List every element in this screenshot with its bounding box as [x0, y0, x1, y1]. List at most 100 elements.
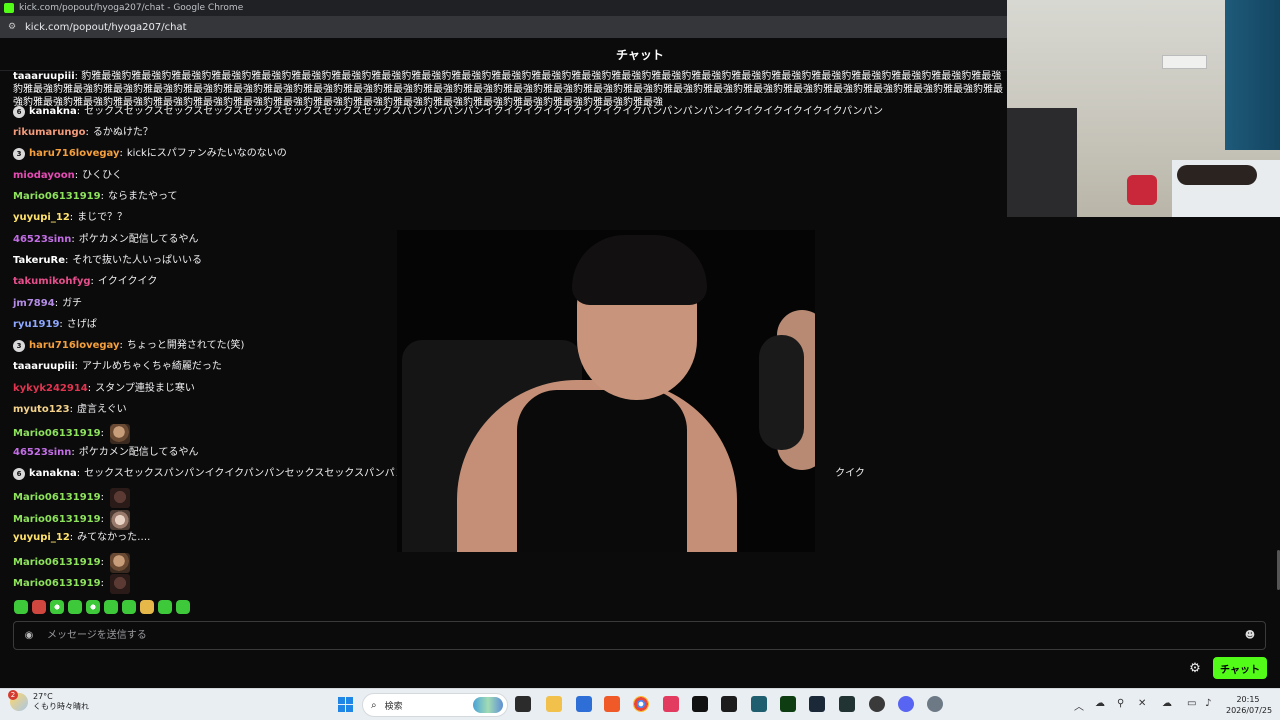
quick-emote[interactable] [86, 600, 100, 614]
quick-emote[interactable] [50, 600, 64, 614]
chat-message-input[interactable] [47, 622, 1244, 649]
chat-message-text: みてなかった…. [77, 532, 151, 543]
send-chat-button[interactable]: チャット [1213, 657, 1267, 679]
app-icon[interactable] [839, 696, 855, 712]
quick-emote[interactable] [176, 600, 190, 614]
chat-message: yuyupi_12: まじで？？ [13, 211, 128, 225]
subscriber-badge[interactable]: 6 [13, 468, 25, 480]
chat-username[interactable]: 46523sinn [13, 446, 71, 460]
settings-app-icon[interactable] [927, 696, 943, 712]
chat-message: Mario06131919: ならまたやって [13, 190, 178, 204]
app-icon[interactable] [721, 696, 737, 712]
chrome-icon[interactable] [633, 696, 649, 712]
chat-username[interactable]: haru716lovegay [29, 147, 120, 161]
chat-message: Mario06131919: [13, 488, 130, 508]
chat-message-text: スタンプ連投まじ寒い [95, 383, 195, 394]
chat-message-text: イクイクイク [97, 276, 158, 287]
cloud-icon[interactable]: ☁ [1095, 698, 1105, 709]
chat-message-text: ポケカメン配信してるやん [78, 447, 199, 458]
gear-icon[interactable]: ⚙ [1188, 661, 1202, 676]
chat-username[interactable]: taaaruupiii [13, 71, 75, 82]
cloud-sync-icon[interactable]: ☁ [1162, 698, 1172, 709]
chat-username[interactable]: kanakna [29, 467, 77, 481]
chat-message: jm7894: ガチ [13, 297, 83, 311]
subscriber-badge[interactable]: 3 [13, 148, 25, 160]
url-text[interactable]: kick.com/popout/hyoga207/chat [25, 22, 187, 33]
discord-icon[interactable] [898, 696, 914, 712]
chat-username[interactable]: Mario06131919 [13, 427, 101, 441]
app-icon[interactable] [780, 696, 796, 712]
chat-username[interactable]: haru716lovegay [29, 339, 120, 353]
site-info-icon[interactable]: ⚙ [6, 21, 18, 33]
chat-username[interactable]: Mario06131919 [13, 491, 101, 505]
chat-message: ryu1919: さげぱ [13, 318, 97, 332]
obs-icon[interactable] [869, 696, 885, 712]
weather-widget[interactable]: 2 27°C くもり時々晴れ [8, 690, 89, 712]
subscriber-badge[interactable]: 6 [13, 106, 25, 118]
chat-message: TakeruRe: それで抜いた人いっぱいいる [13, 254, 203, 268]
weather-icon: 2 [8, 690, 28, 711]
chat-emote[interactable] [109, 510, 130, 530]
chat-username[interactable]: Mario06131919 [13, 190, 101, 204]
chat-username[interactable]: jm7894 [13, 297, 55, 311]
microphone-icon[interactable]: ⚲ [1117, 698, 1124, 709]
emoji-icon[interactable]: ☻ [1244, 630, 1256, 642]
quick-emote[interactable] [104, 600, 118, 614]
search-icon: ⌕ [371, 699, 377, 711]
shield-icon[interactable]: ◉ [23, 630, 35, 642]
app-icon[interactable] [576, 696, 592, 712]
chat-username[interactable]: 46523sinn [13, 233, 71, 247]
file-explorer-icon[interactable] [546, 696, 562, 712]
chat-username[interactable]: taaaruupiii [13, 360, 75, 374]
chat-emote[interactable] [109, 424, 130, 444]
app-icon[interactable] [751, 696, 767, 712]
chat-message: kykyk242914: スタンプ連投まじ寒い [13, 382, 195, 396]
chat-message: taaaruupiii: アナルめちゃくちゃ綺麗だった [13, 360, 222, 374]
chat-username[interactable]: rikumarungo [13, 126, 86, 140]
task-view-icon[interactable] [515, 696, 531, 712]
subscriber-badge[interactable]: 3 [13, 340, 25, 352]
chat-username[interactable]: kykyk242914 [13, 382, 88, 396]
clock-time: 20:15 [1236, 695, 1260, 704]
chat-emote[interactable] [109, 553, 130, 573]
chat-message: Mario06131919: [13, 424, 130, 444]
chat-message: 46523sinn: ポケカメン配信してるやん [13, 233, 199, 247]
chat-username[interactable]: yuyupi_12 [13, 531, 70, 545]
chat-username[interactable]: miodayoon [13, 169, 75, 183]
quick-emote[interactable] [14, 600, 28, 614]
chat-username[interactable]: yuyupi_12 [13, 211, 70, 225]
chat-emote[interactable] [109, 574, 130, 594]
chevron-up-icon[interactable]: ︿ [1074, 698, 1084, 713]
system-clock[interactable]: 20:15 2026/07/25 [1226, 694, 1272, 716]
volume-icon[interactable]: ♪ [1205, 698, 1211, 709]
windows-start-icon[interactable] [338, 697, 353, 712]
brave-browser-icon[interactable] [604, 696, 620, 712]
chat-username[interactable]: Mario06131919 [13, 556, 101, 570]
steam-icon[interactable] [809, 696, 825, 712]
chat-message: yuyupi_12: みてなかった…. [13, 531, 151, 545]
quick-emote[interactable] [158, 600, 172, 614]
chat-username[interactable]: kanakna [29, 105, 77, 119]
chat-message-text: るかぬけた？ [92, 127, 153, 138]
chat-username[interactable]: TakeruRe [13, 254, 65, 268]
chat-username[interactable]: takumikohfyg [13, 275, 91, 289]
chat-emote[interactable] [109, 488, 130, 508]
tiktok-icon[interactable] [692, 696, 708, 712]
quick-emote[interactable] [68, 600, 82, 614]
chat-username[interactable]: myuto123 [13, 403, 70, 417]
chat-input-box[interactable]: ◉ ☻ [13, 621, 1266, 650]
chat-message-text: 虚言えぐい [76, 404, 127, 415]
network-icon[interactable]: ▭ [1187, 698, 1196, 709]
quick-emote[interactable] [122, 600, 136, 614]
chat-username[interactable]: ryu1919 [13, 318, 59, 332]
chat-message: Mario06131919: [13, 510, 130, 530]
app-icon[interactable] [663, 696, 679, 712]
taskbar-search[interactable]: ⌕ 検索 [362, 693, 508, 717]
chat-username[interactable]: Mario06131919 [13, 513, 101, 527]
search-label: 検索 [384, 701, 403, 712]
close-icon[interactable]: ✕ [1138, 698, 1146, 709]
window-title: kick.com/popout/hyoga207/chat - Google C… [19, 3, 244, 13]
quick-emote[interactable] [140, 600, 154, 614]
chat-username[interactable]: Mario06131919 [13, 577, 101, 591]
quick-emote[interactable] [32, 600, 46, 614]
